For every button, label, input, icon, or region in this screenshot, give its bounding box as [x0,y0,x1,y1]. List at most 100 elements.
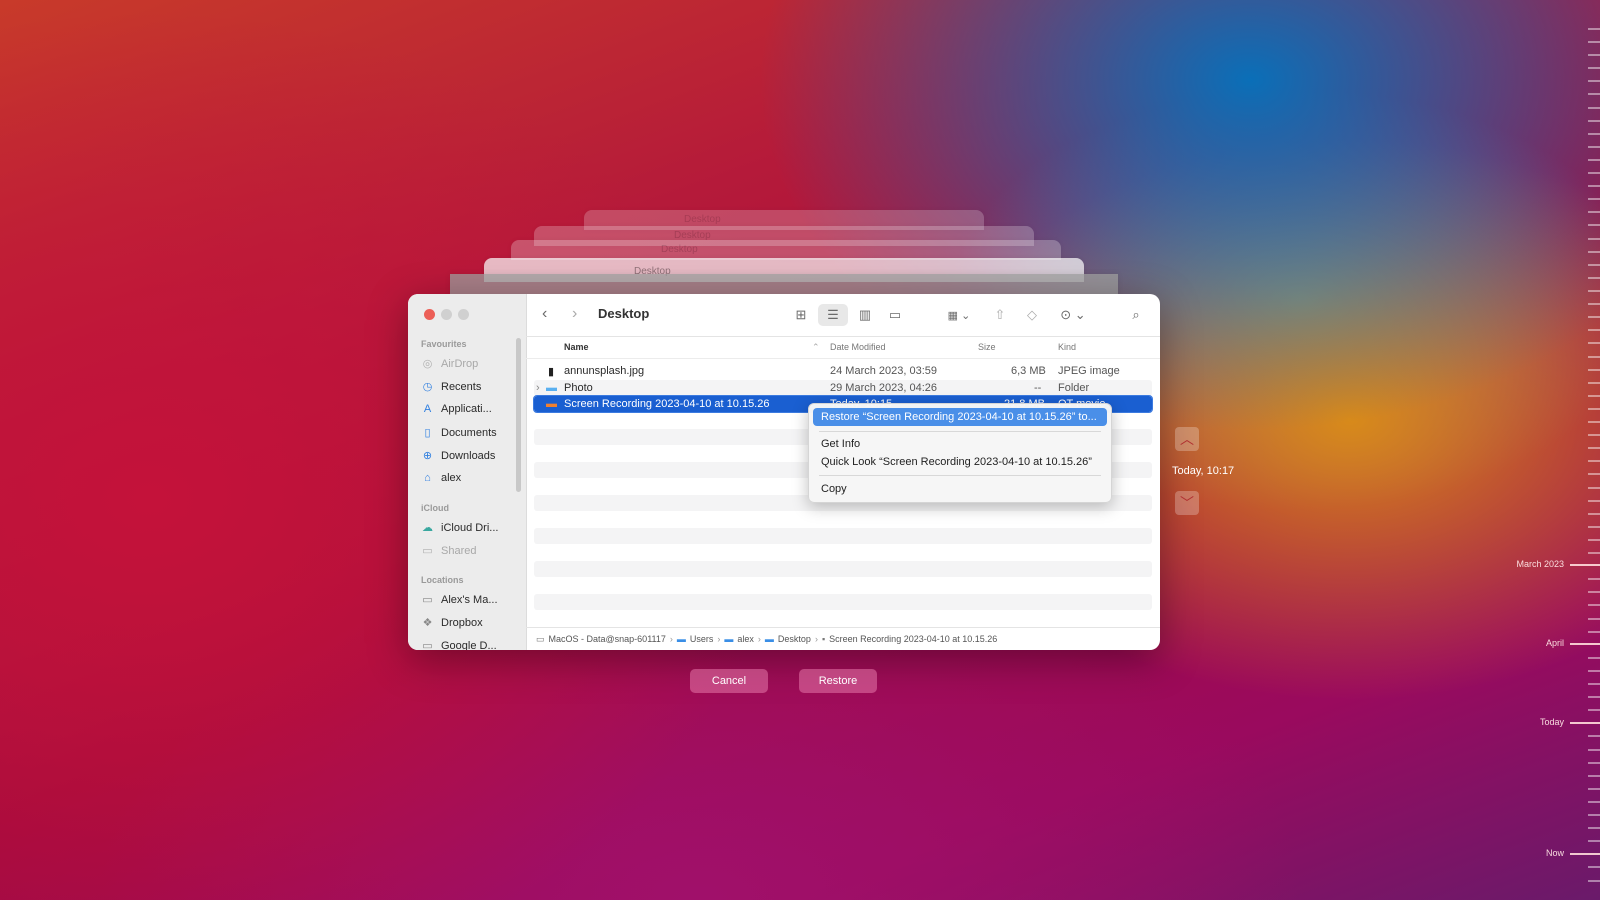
timeline-tick[interactable] [1588,80,1600,82]
timeline-tick[interactable] [1588,54,1600,56]
file-row[interactable]: ▮ annunsplash.jpg 24 March 2023, 03:59 6… [534,363,1152,379]
timeline-tick[interactable] [1588,631,1600,633]
forward-button[interactable]: › [572,305,577,323]
timeline-tick[interactable] [1588,657,1600,659]
path-item[interactable]: Users [690,634,714,644]
search-button[interactable]: ⌕ [1126,304,1146,326]
timeline-tick[interactable] [1588,369,1600,371]
older-snapshot-button[interactable]: ﹀ [1175,491,1199,515]
timeline-tick[interactable] [1588,814,1600,816]
timeline-tick[interactable] [1588,552,1600,554]
timeline-tick[interactable] [1588,93,1600,95]
list-view-button[interactable]: ☰ [818,304,848,326]
share-button[interactable]: ⇧ [990,304,1010,326]
menu-item-restore-to[interactable]: Restore “Screen Recording 2023-04-10 at … [813,408,1107,426]
cancel-button[interactable]: Cancel [690,669,768,693]
column-size[interactable]: Size [978,342,996,352]
timeline-tick[interactable] [1588,840,1600,842]
sidebar-item-recents[interactable]: ◷ Recents [421,380,482,394]
sidebar-item-shared[interactable]: ▭ Shared [421,544,476,558]
timeline-tick[interactable] [1588,185,1600,187]
timeline-tick[interactable] [1588,238,1600,240]
more-actions-button[interactable]: ⊙ ⌄ [1056,304,1090,326]
timeline-tick[interactable] [1588,67,1600,69]
tag-button[interactable]: ◇ [1022,304,1042,326]
column-name[interactable]: Name [564,342,589,352]
timeline-tick[interactable] [1588,159,1600,161]
timeline-label[interactable]: Today [1540,717,1564,727]
timeline-tick[interactable] [1588,473,1600,475]
path-item[interactable]: Screen Recording 2023-04-10 at 10.15.26 [829,634,997,644]
timeline-tick[interactable] [1588,408,1600,410]
timeline-tick[interactable] [1588,670,1600,672]
column-date[interactable]: Date Modified [830,342,886,352]
timeline-tick[interactable] [1588,356,1600,358]
timeline-tick[interactable] [1588,578,1600,580]
timeline-tick[interactable] [1588,198,1600,200]
timeline-tick[interactable] [1588,460,1600,462]
timeline-tick[interactable] [1588,487,1600,489]
timeline-tick[interactable] [1588,591,1600,593]
timeline-major-tick[interactable] [1570,643,1600,645]
timeline-tick[interactable] [1588,251,1600,253]
timeline-tick[interactable] [1588,866,1600,868]
timeline-tick[interactable] [1588,146,1600,148]
timeline-tick[interactable] [1588,290,1600,292]
newer-snapshot-button[interactable]: ︿ [1175,427,1199,451]
timeline-tick[interactable] [1588,526,1600,528]
timeline-tick[interactable] [1588,382,1600,384]
sidebar-item-airdrop[interactable]: ◎ AirDrop [421,357,479,371]
timeline-tick[interactable] [1588,329,1600,331]
timeline-label[interactable]: April [1546,638,1564,648]
back-button[interactable]: ‹ [542,305,547,323]
timeline-tick[interactable] [1588,775,1600,777]
timeline-tick[interactable] [1588,172,1600,174]
menu-item-quick-look[interactable]: Quick Look “Screen Recording 2023-04-10 … [813,453,1107,471]
timeline-tick[interactable] [1588,211,1600,213]
sidebar-item-icloud-drive[interactable]: ☁ iCloud Dri... [421,521,498,535]
timeline-tick[interactable] [1588,224,1600,226]
timeline-tick[interactable] [1588,395,1600,397]
sidebar-item-applications[interactable]: A Applicati... [421,403,492,415]
timeline-tick[interactable] [1588,303,1600,305]
timeline-major-tick[interactable] [1570,564,1600,566]
menu-item-get-info[interactable]: Get Info [813,435,1107,453]
file-row[interactable]: › ▬ Photo 29 March 2023, 04:26 -- Folder [534,380,1152,396]
timeline-tick[interactable] [1588,604,1600,606]
timeline-tick[interactable] [1588,762,1600,764]
timeline-tick[interactable] [1588,696,1600,698]
timeline[interactable]: March 2023 April Today Now [1480,0,1600,900]
timeline-tick[interactable] [1588,120,1600,122]
timeline-label[interactable]: Now [1546,848,1564,858]
timeline-tick[interactable] [1588,342,1600,344]
timeline-tick[interactable] [1588,709,1600,711]
timeline-tick[interactable] [1588,316,1600,318]
timeline-tick[interactable] [1588,735,1600,737]
path-item[interactable]: MacOS - Data@snap-601117 [549,634,666,644]
timeline-tick[interactable] [1588,683,1600,685]
timeline-tick[interactable] [1588,277,1600,279]
timeline-tick[interactable] [1588,500,1600,502]
timeline-tick[interactable] [1588,107,1600,109]
timeline-tick[interactable] [1588,421,1600,423]
timeline-tick[interactable] [1588,788,1600,790]
timeline-tick[interactable] [1588,801,1600,803]
minimize-button[interactable] [441,309,452,320]
restore-button[interactable]: Restore [799,669,877,693]
sidebar-item-mac-disk[interactable]: ▭ Alex's Ma... [421,593,497,607]
path-item[interactable]: alex [737,634,754,644]
group-by-button[interactable]: ▦ ⌄ [942,304,976,326]
sidebar-item-home[interactable]: ⌂ alex [421,472,461,484]
menu-item-copy[interactable]: Copy [813,480,1107,498]
close-button[interactable] [424,309,435,320]
timeline-tick[interactable] [1588,618,1600,620]
timeline-tick[interactable] [1588,434,1600,436]
timeline-tick[interactable] [1588,513,1600,515]
timeline-tick[interactable] [1588,447,1600,449]
column-kind[interactable]: Kind [1058,342,1076,352]
timeline-tick[interactable] [1588,41,1600,43]
timeline-tick[interactable] [1588,264,1600,266]
disclosure-triangle-icon[interactable]: › [536,382,540,394]
sidebar-item-dropbox[interactable]: ❖ Dropbox [421,616,483,630]
timeline-major-tick[interactable] [1570,722,1600,724]
